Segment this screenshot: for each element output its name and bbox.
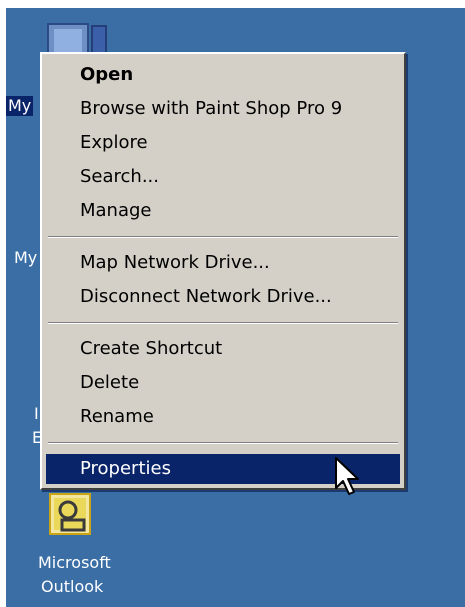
menu-item-browse-with-paint-shop-pro[interactable]: Browse with Paint Shop Pro 9 <box>46 94 400 124</box>
outlook-label-line1[interactable]: Microsoft <box>38 553 111 573</box>
screen-border-top <box>0 0 465 8</box>
menu-item-explore[interactable]: Explore <box>46 128 400 158</box>
menu-item-open[interactable]: Open <box>46 60 400 90</box>
menu-item-disconnect-network-drive[interactable]: Disconnect Network Drive... <box>46 282 400 312</box>
menu-item-manage[interactable]: Manage <box>46 196 400 226</box>
menu-item-rename[interactable]: Rename <box>46 402 400 432</box>
menu-item-delete[interactable]: Delete <box>46 368 400 398</box>
my-computer-label[interactable]: My <box>6 96 34 116</box>
microsoft-outlook-icon[interactable] <box>46 490 102 538</box>
desktop: My My I E Microsoft Outlook Open Browse … <box>0 0 465 607</box>
outlook-label-line2[interactable]: Outlook <box>41 577 103 597</box>
context-menu: Open Browse with Paint Shop Pro 9 Explor… <box>40 52 406 490</box>
menu-item-create-shortcut[interactable]: Create Shortcut <box>46 334 400 364</box>
menu-item-search[interactable]: Search... <box>46 162 400 192</box>
screen-border-left <box>0 0 6 607</box>
arrow-cursor-icon <box>335 457 359 495</box>
my-documents-label[interactable]: My <box>14 248 37 268</box>
internet-explorer-label-line1[interactable]: I <box>34 404 39 424</box>
menu-separator <box>48 442 398 444</box>
menu-separator <box>48 236 398 238</box>
menu-item-map-network-drive[interactable]: Map Network Drive... <box>46 248 400 278</box>
menu-separator <box>48 322 398 324</box>
